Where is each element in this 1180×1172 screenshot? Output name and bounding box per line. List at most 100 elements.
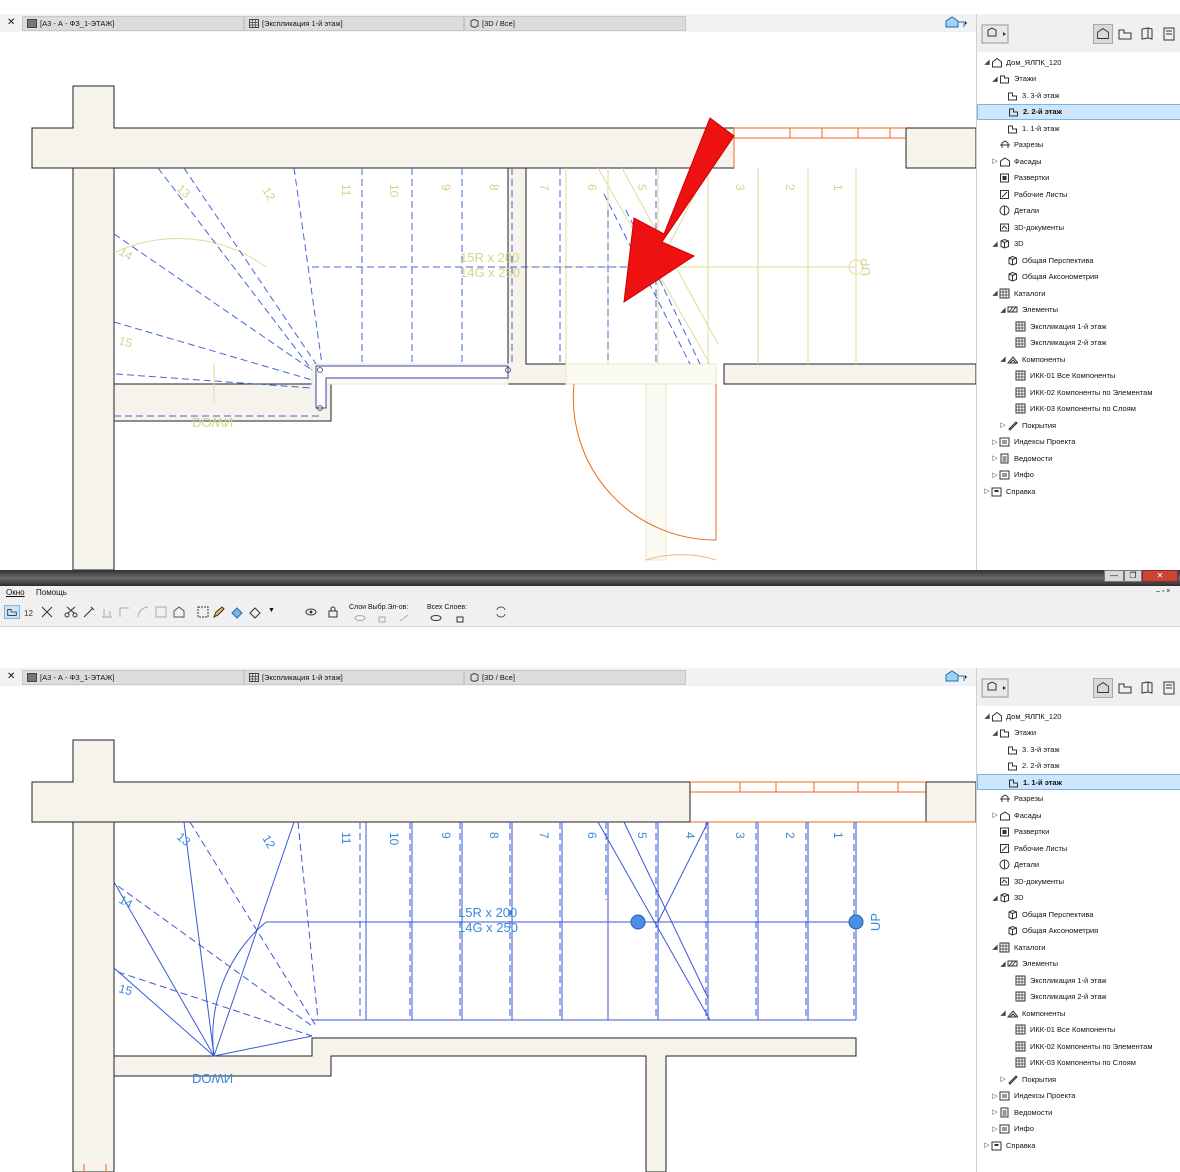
tree-item[interactable]: ▷ Справка: [977, 1137, 1180, 1153]
tree-item[interactable]: Экспликация 1-й этаж: [977, 318, 1180, 334]
selected-layer-lock-icon[interactable]: [376, 613, 388, 623]
floor-plan-1st-floor[interactable]: 1 2 3 4 5 6 7 8 9 10 11 12 13 14 15 15R …: [0, 686, 976, 1172]
tree-item[interactable]: Экспликация 2-й этаж: [977, 989, 1180, 1005]
tree-expander-icon[interactable]: ◢: [991, 240, 999, 248]
navigator-toggle-icon[interactable]: [944, 16, 968, 29]
tree-item[interactable]: ◢ 3D: [977, 890, 1180, 906]
menu-help[interactable]: Помощь: [36, 588, 67, 597]
tree-item[interactable]: ◢ Этажи: [977, 725, 1180, 741]
tree-item[interactable]: 2. 2-й этаж: [977, 103, 1180, 120]
tree-item[interactable]: Общая Перспектива: [977, 252, 1180, 268]
tree-item[interactable]: ◢ Каталоги: [977, 285, 1180, 301]
minimize-button[interactable]: —: [1104, 570, 1124, 582]
grid-tool-icon[interactable]: [154, 605, 168, 619]
stair-node-end[interactable]: [848, 914, 864, 930]
fit-icon[interactable]: [40, 605, 54, 619]
tree-expander-icon[interactable]: ▷: [991, 157, 999, 165]
tree-item[interactable]: ▷ Ведомости: [977, 450, 1180, 466]
floor-plan-mode-icon[interactable]: [4, 605, 20, 619]
undo-redo-icon[interactable]: [494, 605, 508, 619]
tree-item[interactable]: Развертки: [977, 824, 1180, 840]
close-tab-icon[interactable]: ✕: [7, 17, 15, 28]
tree-item[interactable]: Общая Аксонометрия: [977, 269, 1180, 285]
elevation-tool-icon[interactable]: [100, 605, 114, 619]
paint-icon[interactable]: [230, 605, 244, 619]
tab-layout[interactable]: [А3 - А - ФЗ_1-ЭТАЖ]: [22, 670, 244, 685]
tree-item[interactable]: Разрезы: [977, 791, 1180, 807]
floor-plan-2nd-floor[interactable]: 1 2 3 5 6 7 8 9 10 11 12 13 14 15 15R x …: [0, 32, 976, 570]
tree-expander-icon[interactable]: ▷: [999, 1075, 1007, 1083]
tree-item[interactable]: ◢ 3D: [977, 236, 1180, 252]
tree-item[interactable]: ИКК-02 Компоненты по Элементам: [977, 384, 1180, 400]
tree-item[interactable]: Общая Перспектива: [977, 906, 1180, 922]
tree-item[interactable]: ◢ Дом_ЯЛПК_120: [977, 54, 1180, 70]
tree-expander-icon[interactable]: ◢: [999, 1009, 1007, 1017]
navigator-menu-icon[interactable]: [981, 678, 1009, 698]
tree-item[interactable]: ◢ Компоненты: [977, 1005, 1180, 1021]
tree-item[interactable]: 1. 1-й этаж: [977, 120, 1180, 136]
tree-item[interactable]: 3D-документы: [977, 219, 1180, 235]
tree-expander-icon[interactable]: ◢: [999, 355, 1007, 363]
tree-item[interactable]: Рабочие Листы: [977, 840, 1180, 856]
tree-item[interactable]: ▷ Инфо: [977, 467, 1180, 483]
tree-expander-icon[interactable]: ▷: [999, 421, 1007, 429]
tree-item[interactable]: ▷ Индексы Проекта: [977, 434, 1180, 450]
tree-item[interactable]: ИКК-03 Компоненты по Слоям: [977, 401, 1180, 417]
tree-item[interactable]: ▷ Справка: [977, 483, 1180, 499]
tree-expander-icon[interactable]: ◢: [983, 58, 991, 66]
navigator-toggle-icon[interactable]: [944, 670, 968, 683]
all-layers-visibility-icon[interactable]: [430, 613, 442, 623]
tree-expander-icon[interactable]: ▷: [991, 454, 999, 462]
tree-item[interactable]: 3. 3-й этаж: [977, 87, 1180, 103]
tree-expander-icon[interactable]: ▷: [991, 438, 999, 446]
tree-expander-icon[interactable]: ▷: [991, 471, 999, 479]
stair-handrail-selected[interactable]: [315, 365, 511, 411]
scissors-icon[interactable]: [64, 605, 78, 619]
view-map-icon[interactable]: [1115, 678, 1135, 698]
tree-item[interactable]: ▷ Покрытия: [977, 417, 1180, 433]
close-tab-icon[interactable]: ✕: [7, 671, 15, 682]
close-window-button[interactable]: ✕: [1142, 570, 1178, 582]
project-map-icon[interactable]: [1093, 678, 1113, 698]
tree-item[interactable]: ▷ Индексы Проекта: [977, 1088, 1180, 1104]
view-map-icon[interactable]: [1115, 24, 1135, 44]
publisher-icon[interactable]: [1159, 24, 1179, 44]
menu-window[interactable]: Окно: [6, 588, 25, 597]
tree-expander-icon[interactable]: ◢: [991, 943, 999, 951]
stair-node-middle[interactable]: [630, 914, 646, 930]
tree-item[interactable]: 3. 3-й этаж: [977, 741, 1180, 757]
tree-item[interactable]: Разрезы: [977, 137, 1180, 153]
tree-item[interactable]: Развертки: [977, 170, 1180, 186]
publisher-icon[interactable]: [1159, 678, 1179, 698]
tree-item[interactable]: ИКК-03 Компоненты по Слоям: [977, 1055, 1180, 1071]
tree-item[interactable]: 3D-документы: [977, 873, 1180, 889]
tab-schedule[interactable]: [Экспликация 1-й этаж]: [244, 670, 464, 685]
tab-layout[interactable]: [А3 - А - ФЗ_1-ЭТАЖ]: [22, 16, 244, 31]
pencil-icon[interactable]: [212, 605, 226, 619]
curve-tool-icon[interactable]: [136, 605, 150, 619]
dropdown-arrow-icon[interactable]: ▼: [268, 607, 275, 614]
offset-tool-icon[interactable]: [118, 605, 132, 619]
tab-3d[interactable]: [3D / Все]: [464, 670, 686, 685]
tree-item[interactable]: Детали: [977, 857, 1180, 873]
tree-item[interactable]: ◢ Элементы: [977, 302, 1180, 318]
tree-item[interactable]: ▷ Инфо: [977, 1121, 1180, 1137]
navigator-menu-icon[interactable]: [981, 24, 1009, 44]
roof-tool-icon[interactable]: [172, 605, 186, 619]
tree-item[interactable]: Детали: [977, 203, 1180, 219]
tab-schedule[interactable]: [Экспликация 1-й этаж]: [244, 16, 464, 31]
tree-item[interactable]: ▷ Фасады: [977, 807, 1180, 823]
tree-expander-icon[interactable]: ◢: [991, 729, 999, 737]
tree-expander-icon[interactable]: ▷: [983, 1141, 991, 1149]
tree-item[interactable]: 1. 1-й этаж: [977, 774, 1180, 790]
tree-item[interactable]: ◢ Элементы: [977, 956, 1180, 972]
tree-expander-icon[interactable]: ◢: [991, 894, 999, 902]
magic-wand-icon[interactable]: [82, 605, 96, 619]
restore-button[interactable]: ❐: [1124, 570, 1142, 582]
tree-expander-icon[interactable]: ▷: [991, 1108, 999, 1116]
tree-item[interactable]: 2. 2-й этаж: [977, 758, 1180, 774]
tab-3d[interactable]: [3D / Все]: [464, 16, 686, 31]
mdi-controls[interactable]: – ▫ ×: [1156, 588, 1170, 595]
tree-expander-icon[interactable]: ◢: [999, 306, 1007, 314]
group-icon[interactable]: [196, 605, 210, 619]
